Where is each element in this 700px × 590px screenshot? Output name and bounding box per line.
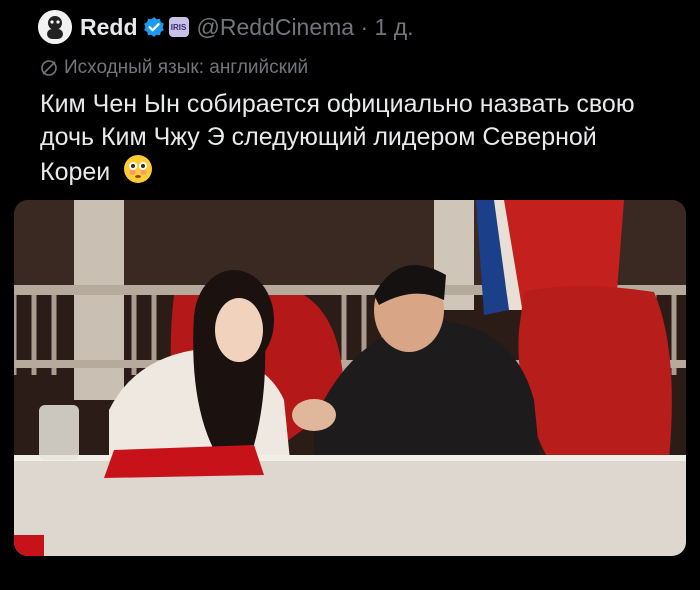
photo-image (14, 200, 686, 556)
author-avatar[interactable] (38, 10, 72, 44)
separator-dot: · (360, 13, 369, 40)
handle-text: @ReddCinema (196, 13, 355, 40)
author-name[interactable]: Redd (80, 14, 138, 41)
tweet-header: Redd IRIS @ReddCinema · 1 д. (38, 10, 414, 44)
author-handle[interactable]: @ReddCinema · 1 д. (197, 14, 414, 41)
tweet-media-photo[interactable] (14, 200, 686, 556)
verified-badge-icon (143, 16, 165, 38)
flushed-face-emoji (123, 154, 153, 193)
translation-label: Исходный язык: английский (64, 57, 309, 78)
tweet-text: Ким Чен Ын собирается официально назвать… (40, 88, 660, 193)
translation-notice[interactable]: Исходный язык: английский (40, 57, 308, 79)
affiliate-badge-icon[interactable]: IRIS (168, 17, 189, 37)
timestamp[interactable]: 1 д. (375, 14, 414, 40)
avatar-icon (38, 10, 72, 44)
translate-globe-icon (41, 60, 57, 76)
